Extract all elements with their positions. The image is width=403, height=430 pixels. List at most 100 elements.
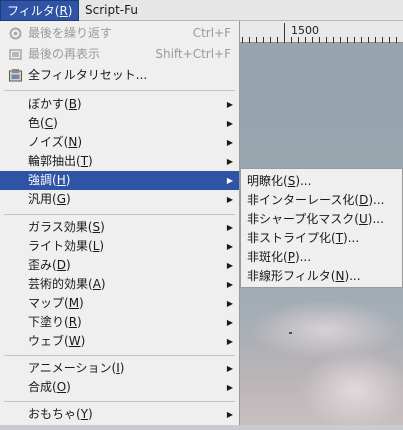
submenu-item-label-end: )...	[344, 269, 361, 283]
menu-item-reset-all-filters[interactable]: 全フィルタリセット...	[0, 66, 239, 85]
menu-item-label-end: )	[79, 296, 84, 310]
menu-item-blur[interactable]: ぼかす(B) ▶	[0, 95, 239, 114]
submenu-item-mnemonic: U	[358, 212, 368, 226]
repeat-icon	[9, 27, 22, 40]
filters-menu: 最後を繰り返す Ctrl+F 最後の再表示 Shift+Ctrl+F 全フィルタ…	[0, 21, 240, 425]
submenu-arrow-icon: ▶	[226, 318, 233, 327]
menu-item-toys[interactable]: おもちゃ(Y) ▶	[0, 405, 239, 424]
menu-item-label-end: )	[65, 258, 71, 272]
submenu-item-label: 非インターレース化(	[247, 193, 360, 207]
menu-item-label: マップ(	[28, 296, 69, 310]
menu-item-label: 全フィルタリセット...	[28, 68, 148, 82]
enhance-submenu: 明瞭化(S)... 非インターレース化(D)... 非シャープ化マスク(U)..…	[240, 168, 403, 288]
menu-item-noise[interactable]: ノイズ(N) ▶	[0, 133, 239, 152]
menu-item-mnemonic: T	[80, 154, 89, 168]
submenu-item-label: 非線形フィルタ(	[247, 269, 336, 283]
menu-item-mnemonic: S	[92, 220, 101, 234]
menu-item-label: 汎用(	[28, 192, 57, 206]
menu-item-combine[interactable]: 合成(O) ▶	[0, 378, 239, 397]
menu-item-label-end: )	[53, 116, 58, 130]
menu-item-label: 色(	[28, 116, 45, 130]
menu-item-label: 輪郭抽出(	[28, 154, 81, 168]
submenu-arrow-icon: ▶	[226, 410, 233, 419]
menu-item-generic[interactable]: 汎用(G) ▶	[0, 190, 239, 209]
menu-item-label: 下塗り(	[28, 315, 69, 329]
menu-item-mnemonic: W	[68, 334, 81, 348]
submenu-arrow-icon: ▶	[226, 364, 233, 373]
menu-item-mnemonic: C	[44, 116, 54, 130]
menu-item-render[interactable]: 下塗り(R) ▶	[0, 313, 239, 332]
ruler-label: 1500	[291, 24, 319, 37]
menu-item-mnemonic: O	[56, 380, 67, 394]
reset-icon	[9, 69, 22, 82]
menu-item-edge-detect[interactable]: 輪郭抽出(T) ▶	[0, 152, 239, 171]
submenu-item-label-end: )...	[368, 193, 385, 207]
menu-item-repeat-last[interactable]: 最後を繰り返す Ctrl+F	[0, 24, 239, 43]
menu-item-animation[interactable]: アニメーション(I) ▶	[0, 359, 239, 378]
menu-item-label: 芸術的効果(	[28, 277, 93, 291]
menu-item-label-end: )	[100, 277, 106, 291]
menu-item-label-end: )	[80, 334, 86, 348]
menu-item-shortcut: Ctrl+F	[192, 26, 231, 40]
menu-separator	[4, 355, 235, 356]
menu-item-shortcut: Shift+Ctrl+F	[155, 47, 231, 61]
submenu-item-mnemonic: D	[359, 193, 369, 207]
menu-item-label-end: )	[99, 239, 105, 253]
menu-filters-label-end: )	[67, 4, 73, 18]
menu-item-web[interactable]: ウェブ(W) ▶	[0, 332, 239, 351]
submenu-arrow-icon: ▶	[226, 157, 233, 166]
menu-separator	[4, 214, 235, 215]
menu-item-mnemonic: G	[56, 192, 66, 206]
menu-item-artistic[interactable]: 芸術的効果(A) ▶	[0, 275, 239, 294]
submenu-arrow-icon: ▶	[226, 176, 233, 185]
submenu-item-nl-filter[interactable]: 非線形フィルタ(N)...	[241, 267, 402, 286]
menu-item-label: ぼかす(	[28, 97, 69, 111]
submenu-item-label: 非シャープ化マスク(	[247, 212, 359, 226]
submenu-arrow-icon: ▶	[226, 299, 233, 308]
menu-script-fu[interactable]: Script-Fu	[79, 0, 144, 21]
menu-separator	[4, 401, 235, 402]
submenu-arrow-icon: ▶	[226, 280, 233, 289]
menu-item-label-end: )	[77, 315, 82, 329]
submenu-arrow-icon: ▶	[226, 195, 233, 204]
menu-filters-mnemonic: R	[59, 4, 68, 18]
submenu-arrow-icon: ▶	[226, 100, 233, 109]
menu-separator	[4, 90, 235, 91]
menu-item-mnemonic: N	[68, 135, 78, 149]
menu-item-distorts[interactable]: 歪み(D) ▶	[0, 256, 239, 275]
menu-item-enhance[interactable]: 強調(H) ▶	[0, 171, 239, 190]
submenu-item-despeckle[interactable]: 非斑化(P)...	[241, 248, 402, 267]
menu-item-mnemonic: B	[68, 97, 77, 111]
reshow-icon	[9, 49, 22, 60]
menu-item-glass-effects[interactable]: ガラス効果(S) ▶	[0, 218, 239, 237]
submenu-arrow-icon: ▶	[226, 261, 233, 270]
menu-item-light-effects[interactable]: ライト効果(L) ▶	[0, 237, 239, 256]
submenu-arrow-icon: ▶	[226, 383, 233, 392]
submenu-arrow-icon: ▶	[226, 119, 233, 128]
ruler-ticks	[242, 23, 397, 43]
menu-item-label: 最後の再表示	[28, 47, 101, 61]
submenu-item-label: 非斑化(	[247, 250, 288, 264]
menu-item-label-end: )	[65, 173, 71, 187]
submenu-item-mnemonic: T	[335, 231, 344, 245]
submenu-item-deinterlace[interactable]: 非インターレース化(D)...	[241, 191, 402, 210]
menu-filters-label: フィルタ(	[7, 4, 60, 18]
submenu-item-label: 明瞭化(	[247, 174, 288, 188]
submenu-arrow-icon: ▶	[226, 337, 233, 346]
submenu-item-destripe[interactable]: 非ストライプ化(T)...	[241, 229, 402, 248]
menu-item-label: 最後を繰り返す	[28, 26, 113, 40]
menu-item-mnemonic: M	[68, 296, 80, 310]
submenu-item-unsharp-mask[interactable]: 非シャープ化マスク(U)...	[241, 210, 402, 229]
horizontal-ruler[interactable]: 1500	[240, 21, 403, 43]
menu-item-label-end: )	[88, 407, 93, 421]
submenu-arrow-icon: ▶	[226, 223, 233, 232]
bird-speck	[289, 332, 292, 334]
menu-item-map[interactable]: マップ(M) ▶	[0, 294, 239, 313]
menu-item-label: ライト効果(	[28, 239, 93, 253]
menu-item-label-end: )	[88, 154, 93, 168]
menu-item-reshow-last[interactable]: 最後の再表示 Shift+Ctrl+F	[0, 45, 239, 64]
submenu-item-sharpen[interactable]: 明瞭化(S)...	[241, 172, 402, 191]
menu-script-fu-label: Script-Fu	[85, 3, 138, 17]
menu-filters[interactable]: フィルタ(R)	[0, 0, 80, 21]
menu-item-colors[interactable]: 色(C) ▶	[0, 114, 239, 133]
